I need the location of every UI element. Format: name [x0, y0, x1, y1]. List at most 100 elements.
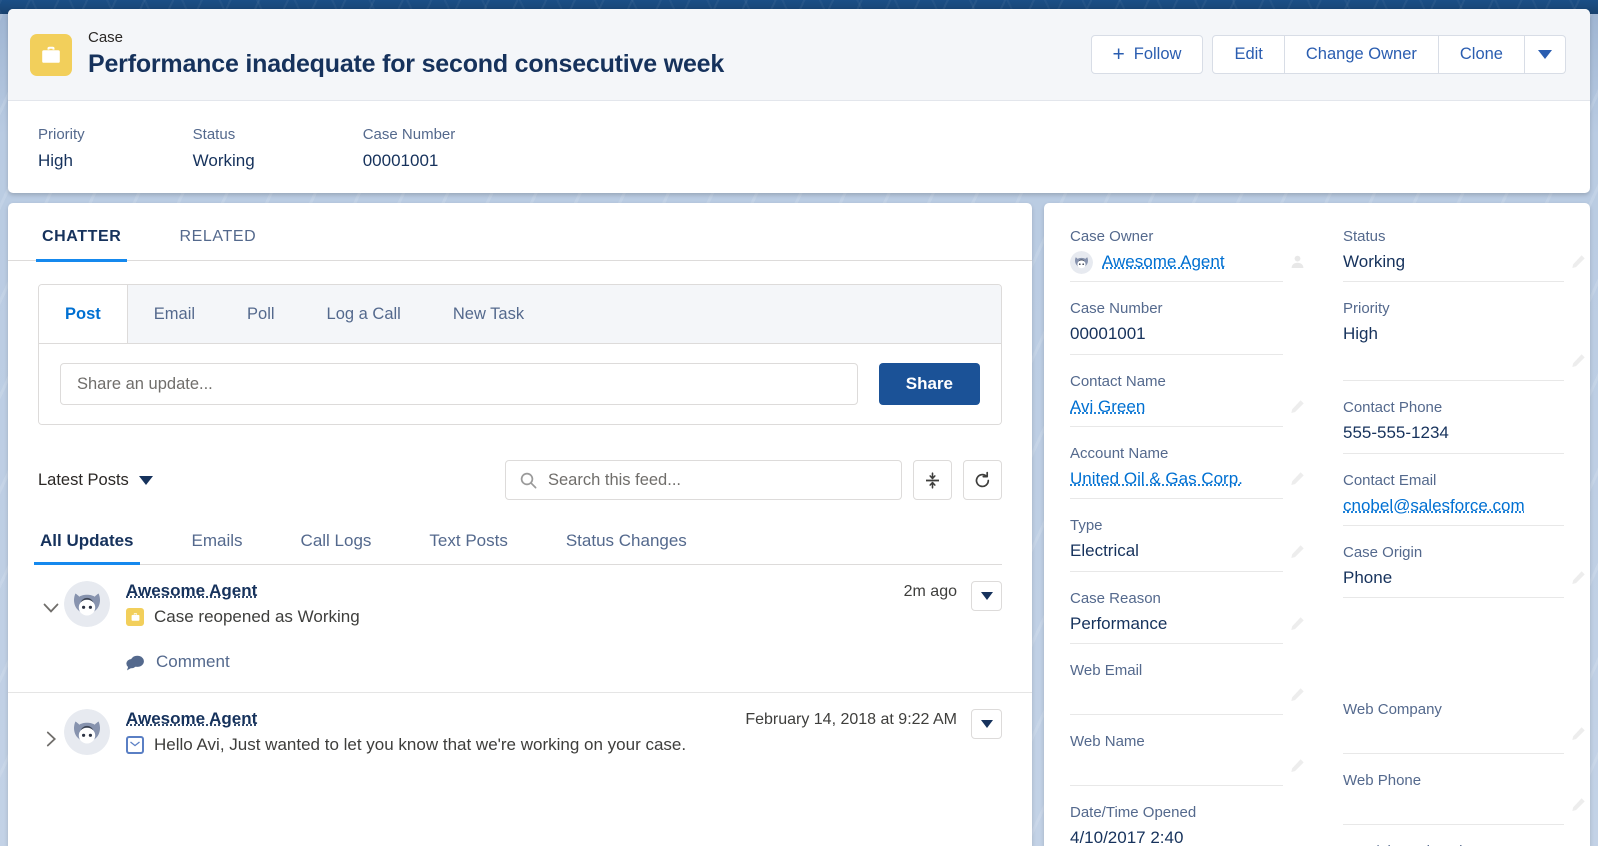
publisher-tab-email[interactable]: Email: [128, 285, 221, 343]
highlight-case-number: Case Number 00001001: [363, 124, 456, 175]
record-titles: Case Performance inadequate for second c…: [88, 29, 1091, 80]
edit-pencil-icon[interactable]: [1571, 353, 1586, 373]
feed-filter-status-changes[interactable]: Status Changes: [564, 531, 689, 564]
field-web-name: Web Name: [1070, 730, 1304, 787]
edit-pencil-icon[interactable]: [1571, 254, 1586, 274]
edit-pencil-icon[interactable]: [1571, 726, 1586, 746]
record-header: Case Performance inadequate for second c…: [8, 9, 1590, 101]
feed-item-author[interactable]: Awesome Agent: [126, 581, 890, 601]
clone-button[interactable]: Clone: [1438, 35, 1525, 74]
edit-pencil-icon[interactable]: [1290, 758, 1305, 778]
feed-filter-emails[interactable]: Emails: [190, 531, 245, 564]
feed-item-meta: 2m ago: [904, 581, 1002, 611]
chevron-down-icon: [980, 720, 993, 728]
field-label: Case Number: [1070, 300, 1163, 318]
edit-pencil-icon[interactable]: [1571, 570, 1586, 590]
feed-item-menu-button[interactable]: [971, 709, 1002, 739]
chevron-down-icon: [1538, 50, 1552, 59]
comment-icon: [126, 655, 144, 670]
search-icon: [520, 472, 537, 488]
feed-item-content: Awesome Agent Hello Avi, Just wanted to …: [126, 709, 731, 755]
edit-pencil-icon[interactable]: [1290, 616, 1305, 636]
publisher-tab-poll[interactable]: Poll: [221, 285, 301, 343]
edit-pencil-icon[interactable]: [1290, 399, 1305, 419]
refresh-icon[interactable]: [963, 460, 1002, 500]
case-details-panel: Case Owner Awesome Agent Case Number 000…: [1044, 203, 1590, 846]
feed-item-menu-button[interactable]: [971, 581, 1002, 611]
field-priority: Priority High: [1343, 297, 1585, 382]
edit-pencil-icon[interactable]: [1290, 687, 1305, 707]
tab-related[interactable]: RELATED: [175, 228, 260, 260]
publisher-tab-post[interactable]: Post: [39, 285, 128, 343]
field-value[interactable]: cnobel@salesforce.com: [1343, 493, 1564, 519]
chevron-down-icon[interactable]: [38, 581, 64, 614]
share-update-input[interactable]: [60, 363, 858, 405]
feed-filter-all-updates[interactable]: All Updates: [34, 531, 140, 565]
field-value: 555-555-1234: [1343, 423, 1449, 443]
chatter-panel: CHATTER RELATED Post Email Poll Log a Ca…: [8, 203, 1032, 846]
feed-item-author[interactable]: Awesome Agent: [126, 709, 731, 729]
highlight-label: Case Number: [362, 126, 456, 143]
field-value[interactable]: United Oil & Gas Corp.: [1070, 466, 1283, 492]
field-label: Type: [1070, 517, 1103, 535]
avatar[interactable]: [64, 581, 110, 627]
avatar: [1070, 251, 1093, 274]
comment-link[interactable]: Comment: [156, 652, 230, 672]
highlight-value: High: [38, 150, 73, 170]
field-value: Phone: [1343, 568, 1393, 588]
field-label: Status: [1343, 228, 1386, 245]
chevron-right-icon[interactable]: [38, 709, 64, 747]
briefcase-icon: [30, 33, 72, 76]
edit-pencil-icon[interactable]: [1290, 471, 1305, 491]
follow-button-label: Follow: [1133, 45, 1182, 63]
edit-pencil-icon[interactable]: [1290, 544, 1305, 564]
chevron-down-icon: [138, 475, 153, 485]
field-label: Case Origin: [1343, 544, 1423, 562]
field-value: High: [1343, 324, 1378, 344]
publisher-body: Share: [39, 344, 1001, 424]
feed-filter-call-logs[interactable]: Call Logs: [299, 531, 374, 564]
chatter-publisher: Post Email Poll Log a Call New Task Shar…: [38, 284, 1002, 425]
more-actions-button[interactable]: [1525, 35, 1566, 74]
field-contact-email: Contact Email cnobel@salesforce.com: [1343, 469, 1564, 527]
change-owner-button[interactable]: Change Owner: [1284, 35, 1439, 74]
field-value: 4/10/2017 2:40: [1070, 828, 1184, 846]
feed-search-input[interactable]: [548, 470, 901, 490]
edit-pencil-icon[interactable]: [1571, 797, 1586, 817]
field-web-phone: Web Phone: [1343, 769, 1585, 826]
field-value: Awesome Agent: [1070, 249, 1283, 275]
feed-item-content: Awesome Agent Case reopened as Working: [126, 581, 890, 627]
feed-item-body: Hello Avi, Just wanted to let you know t…: [126, 735, 731, 755]
field-value: 00001001: [1070, 324, 1146, 344]
field-case-owner: Case Owner Awesome Agent: [1070, 225, 1304, 283]
field-value[interactable]: Avi Green: [1070, 394, 1283, 420]
follow-button[interactable]: + Follow: [1090, 35, 1204, 74]
collapse-all-icon[interactable]: [913, 460, 952, 500]
field-value: Performance: [1070, 613, 1168, 633]
detail-column-right: Status Working Priority High Contact Pho…: [1317, 225, 1585, 846]
case-owner-link[interactable]: Awesome Agent: [1102, 249, 1225, 275]
feed-filter-tabs: All Updates Emails Call Logs Text Posts …: [34, 531, 1002, 565]
field-label: Contact Name: [1070, 372, 1166, 390]
edit-button[interactable]: Edit: [1212, 35, 1285, 74]
field-web-email: Web Email: [1070, 659, 1304, 716]
chevron-down-icon: [980, 592, 993, 600]
feed-filter-text-posts[interactable]: Text Posts: [427, 531, 509, 564]
publisher-tab-new-task[interactable]: New Task: [427, 285, 550, 343]
highlight-label: Status: [192, 126, 236, 143]
avatar[interactable]: [64, 709, 110, 755]
field-account-name: Account Name United Oil & Gas Corp.: [1070, 442, 1304, 500]
field-label: Web Email: [1070, 662, 1143, 680]
field-label: Web Phone: [1343, 772, 1422, 790]
feed-search-box[interactable]: [505, 460, 902, 500]
field-case-origin: Case Origin Phone: [1343, 541, 1585, 599]
feed-item-actions: Comment: [38, 627, 1002, 692]
publisher-tab-log-a-call[interactable]: Log a Call: [301, 285, 427, 343]
field-label: Case Reason: [1070, 589, 1161, 607]
highlight-status: Status Working: [193, 124, 255, 175]
tab-chatter[interactable]: CHATTER: [35, 228, 128, 262]
feed-sort-dropdown[interactable]: Latest Posts: [38, 471, 153, 490]
share-button[interactable]: Share: [878, 363, 980, 405]
change-owner-icon[interactable]: [1290, 254, 1305, 274]
field-label: Priority: [1343, 300, 1390, 318]
